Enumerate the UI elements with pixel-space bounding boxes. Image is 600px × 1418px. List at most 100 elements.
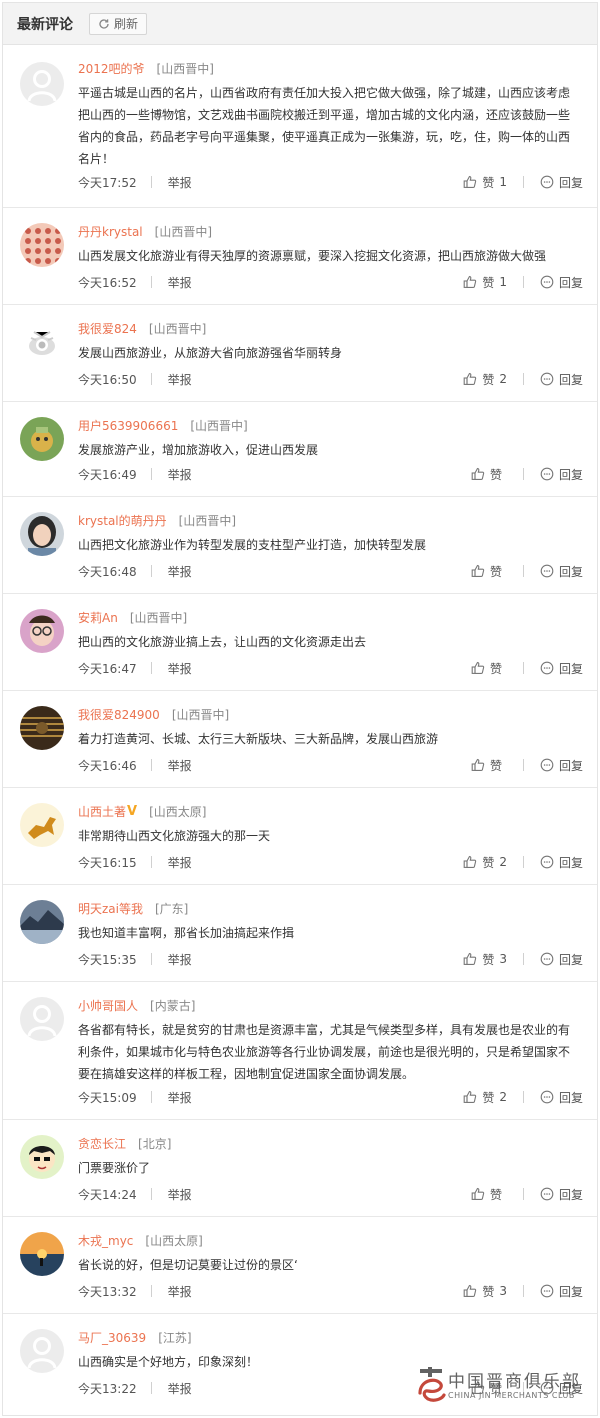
reply-label: 回复 <box>558 275 583 290</box>
username-link[interactable]: 山西土著 <box>78 803 126 820</box>
comment-bubble-icon <box>540 1284 554 1298</box>
reply-button[interactable]: 回复 <box>540 854 583 871</box>
username-link[interactable]: 贪恋长江 <box>78 1135 126 1152</box>
user-avatar[interactable] <box>20 512 64 556</box>
user-avatar[interactable] <box>20 997 64 1041</box>
username-link[interactable]: 我很爱824900 <box>78 706 160 723</box>
report-link[interactable]: 举报 <box>168 1283 192 1300</box>
reply-button[interactable]: 回复 <box>540 1186 583 1203</box>
comment-time: 今天13:32 <box>78 1284 137 1299</box>
like-button[interactable]: 赞 <box>471 660 507 677</box>
user-avatar[interactable] <box>20 1232 64 1276</box>
username-link[interactable]: 安莉An <box>78 609 118 626</box>
report-link[interactable]: 举报 <box>168 1089 192 1106</box>
comment-item: 丹丹krystal [山西晋中] 山西发展文化旅游业有得天独厚的资源禀赋，要深入挖掘… <box>3 208 597 305</box>
comment-time: 今天16:47 <box>78 661 137 676</box>
comment-bubble-icon <box>540 758 554 772</box>
divider <box>150 856 152 868</box>
comment-text: 把山西的文化旅游业搞上去，让山西的文化资源走出去 <box>78 635 367 649</box>
thumbs-up-icon <box>463 372 477 386</box>
comment-time: 今天14:24 <box>78 1187 137 1202</box>
comment-meta-row: 今天17:52 举报 赞 1 回复 <box>78 172 583 192</box>
like-button[interactable]: 赞 <box>471 563 507 580</box>
like-button[interactable]: 赞2 <box>463 1089 507 1106</box>
user-avatar[interactable] <box>20 900 64 944</box>
reply-button[interactable]: 回复 <box>540 174 583 191</box>
like-label: 赞 <box>482 952 495 967</box>
comment-text: 非常期待山西文化旅游强大的那一天 <box>78 829 271 843</box>
like-button[interactable]: 赞 <box>471 1186 507 1203</box>
user-avatar[interactable] <box>20 803 64 847</box>
username-link[interactable]: 丹丹krystal <box>78 223 143 240</box>
reply-button[interactable]: 回复 <box>540 660 583 677</box>
like-button[interactable]: 赞1 <box>463 174 507 191</box>
like-button[interactable]: 赞 <box>471 757 507 774</box>
user-location: [山西晋中] <box>148 321 207 336</box>
watermark-text-cn: 中国晋商俱乐部 <box>448 1372 581 1392</box>
like-count: 2 <box>499 855 507 869</box>
report-link[interactable]: 举报 <box>168 563 192 580</box>
watermark-text-en: CHINA JIN MERCHANTS CLUB <box>448 1391 575 1400</box>
like-count: 1 <box>499 275 507 289</box>
like-label: 赞 <box>482 855 495 870</box>
comment-actions: 赞 1 回复 <box>463 174 583 191</box>
reply-button[interactable]: 回复 <box>540 274 583 291</box>
thumbs-up-icon <box>471 758 485 772</box>
comment-text: 各省都有特长，就是贫穷的甘肃也是资源丰富，尤其是气候类型多样，具有发展也是农业的… <box>78 1023 571 1081</box>
comment-meta-row: 今天15:35 举报 赞 3 回复 <box>78 949 583 969</box>
comment-author-row: 木戎_myc [山西太原] <box>78 1231 203 1249</box>
comment-meta-row: 今天16:50 举报 赞 2 回复 <box>78 369 583 389</box>
reply-button[interactable]: 回复 <box>540 371 583 388</box>
comment-text: 发展旅游产业，增加旅游收入，促进山西发展 <box>78 443 319 457</box>
comment-author-row: krystal的萌丹丹 [山西晋中] <box>78 511 236 529</box>
refresh-button[interactable]: 刷新 <box>89 12 148 35</box>
user-avatar[interactable] <box>20 62 64 106</box>
username-link[interactable]: 我很爱824 <box>78 320 137 337</box>
report-link[interactable]: 举报 <box>168 1380 192 1397</box>
username-link[interactable]: 木戎_myc <box>78 1232 133 1249</box>
report-link[interactable]: 举报 <box>168 274 192 291</box>
user-avatar[interactable] <box>20 417 64 461</box>
user-location: [北京] <box>138 1136 172 1151</box>
report-link[interactable]: 举报 <box>168 854 192 871</box>
user-avatar[interactable] <box>20 609 64 653</box>
divider <box>150 565 152 577</box>
like-button[interactable]: 赞3 <box>463 1283 507 1300</box>
thumbs-up-icon <box>463 1284 477 1298</box>
user-avatar[interactable] <box>20 1329 64 1373</box>
report-link[interactable]: 举报 <box>168 371 192 388</box>
user-avatar[interactable] <box>20 1135 64 1179</box>
reply-button[interactable]: 回复 <box>540 1089 583 1106</box>
comment-bubble-icon <box>540 175 554 189</box>
reply-button[interactable]: 回复 <box>540 1283 583 1300</box>
reply-button[interactable]: 回复 <box>540 951 583 968</box>
report-link[interactable]: 举报 <box>168 660 192 677</box>
username-link[interactable]: krystal的萌丹丹 <box>78 512 167 529</box>
report-link[interactable]: 举报 <box>168 1186 192 1203</box>
reply-button[interactable]: 回复 <box>540 466 583 483</box>
reply-button[interactable]: 回复 <box>540 757 583 774</box>
like-button[interactable]: 赞1 <box>463 274 507 291</box>
like-label: 赞 <box>489 467 502 482</box>
like-button[interactable]: 赞3 <box>463 951 507 968</box>
username-link[interactable]: 明天zai等我 <box>78 900 143 917</box>
username-link[interactable]: 小帅哥国人 <box>78 997 138 1014</box>
reply-button[interactable]: 回复 <box>540 563 583 580</box>
report-link[interactable]: 举报 <box>168 174 192 191</box>
like-button[interactable]: 赞 <box>471 466 507 483</box>
user-avatar[interactable] <box>20 706 64 750</box>
username-link[interactable]: 马厂_30639 <box>78 1329 146 1346</box>
like-button[interactable]: 赞2 <box>463 854 507 871</box>
username-link[interactable]: 用户5639906661 <box>78 417 178 434</box>
user-avatar[interactable] <box>20 223 64 267</box>
comment-author-row: 山西土著 V [山西太原] <box>78 802 206 820</box>
report-link[interactable]: 举报 <box>168 757 192 774</box>
username-link[interactable]: 2012吧的爷 <box>78 60 145 77</box>
report-link[interactable]: 举报 <box>168 951 192 968</box>
comment-text: 着力打造黄河、长城、太行三大新版块、三大新品牌，发展山西旅游 <box>78 732 439 746</box>
like-button[interactable]: 赞2 <box>463 371 507 388</box>
user-avatar[interactable] <box>20 320 64 364</box>
user-location: [山西晋中] <box>171 707 230 722</box>
like-label: 赞 <box>482 372 495 387</box>
report-link[interactable]: 举报 <box>168 466 192 483</box>
